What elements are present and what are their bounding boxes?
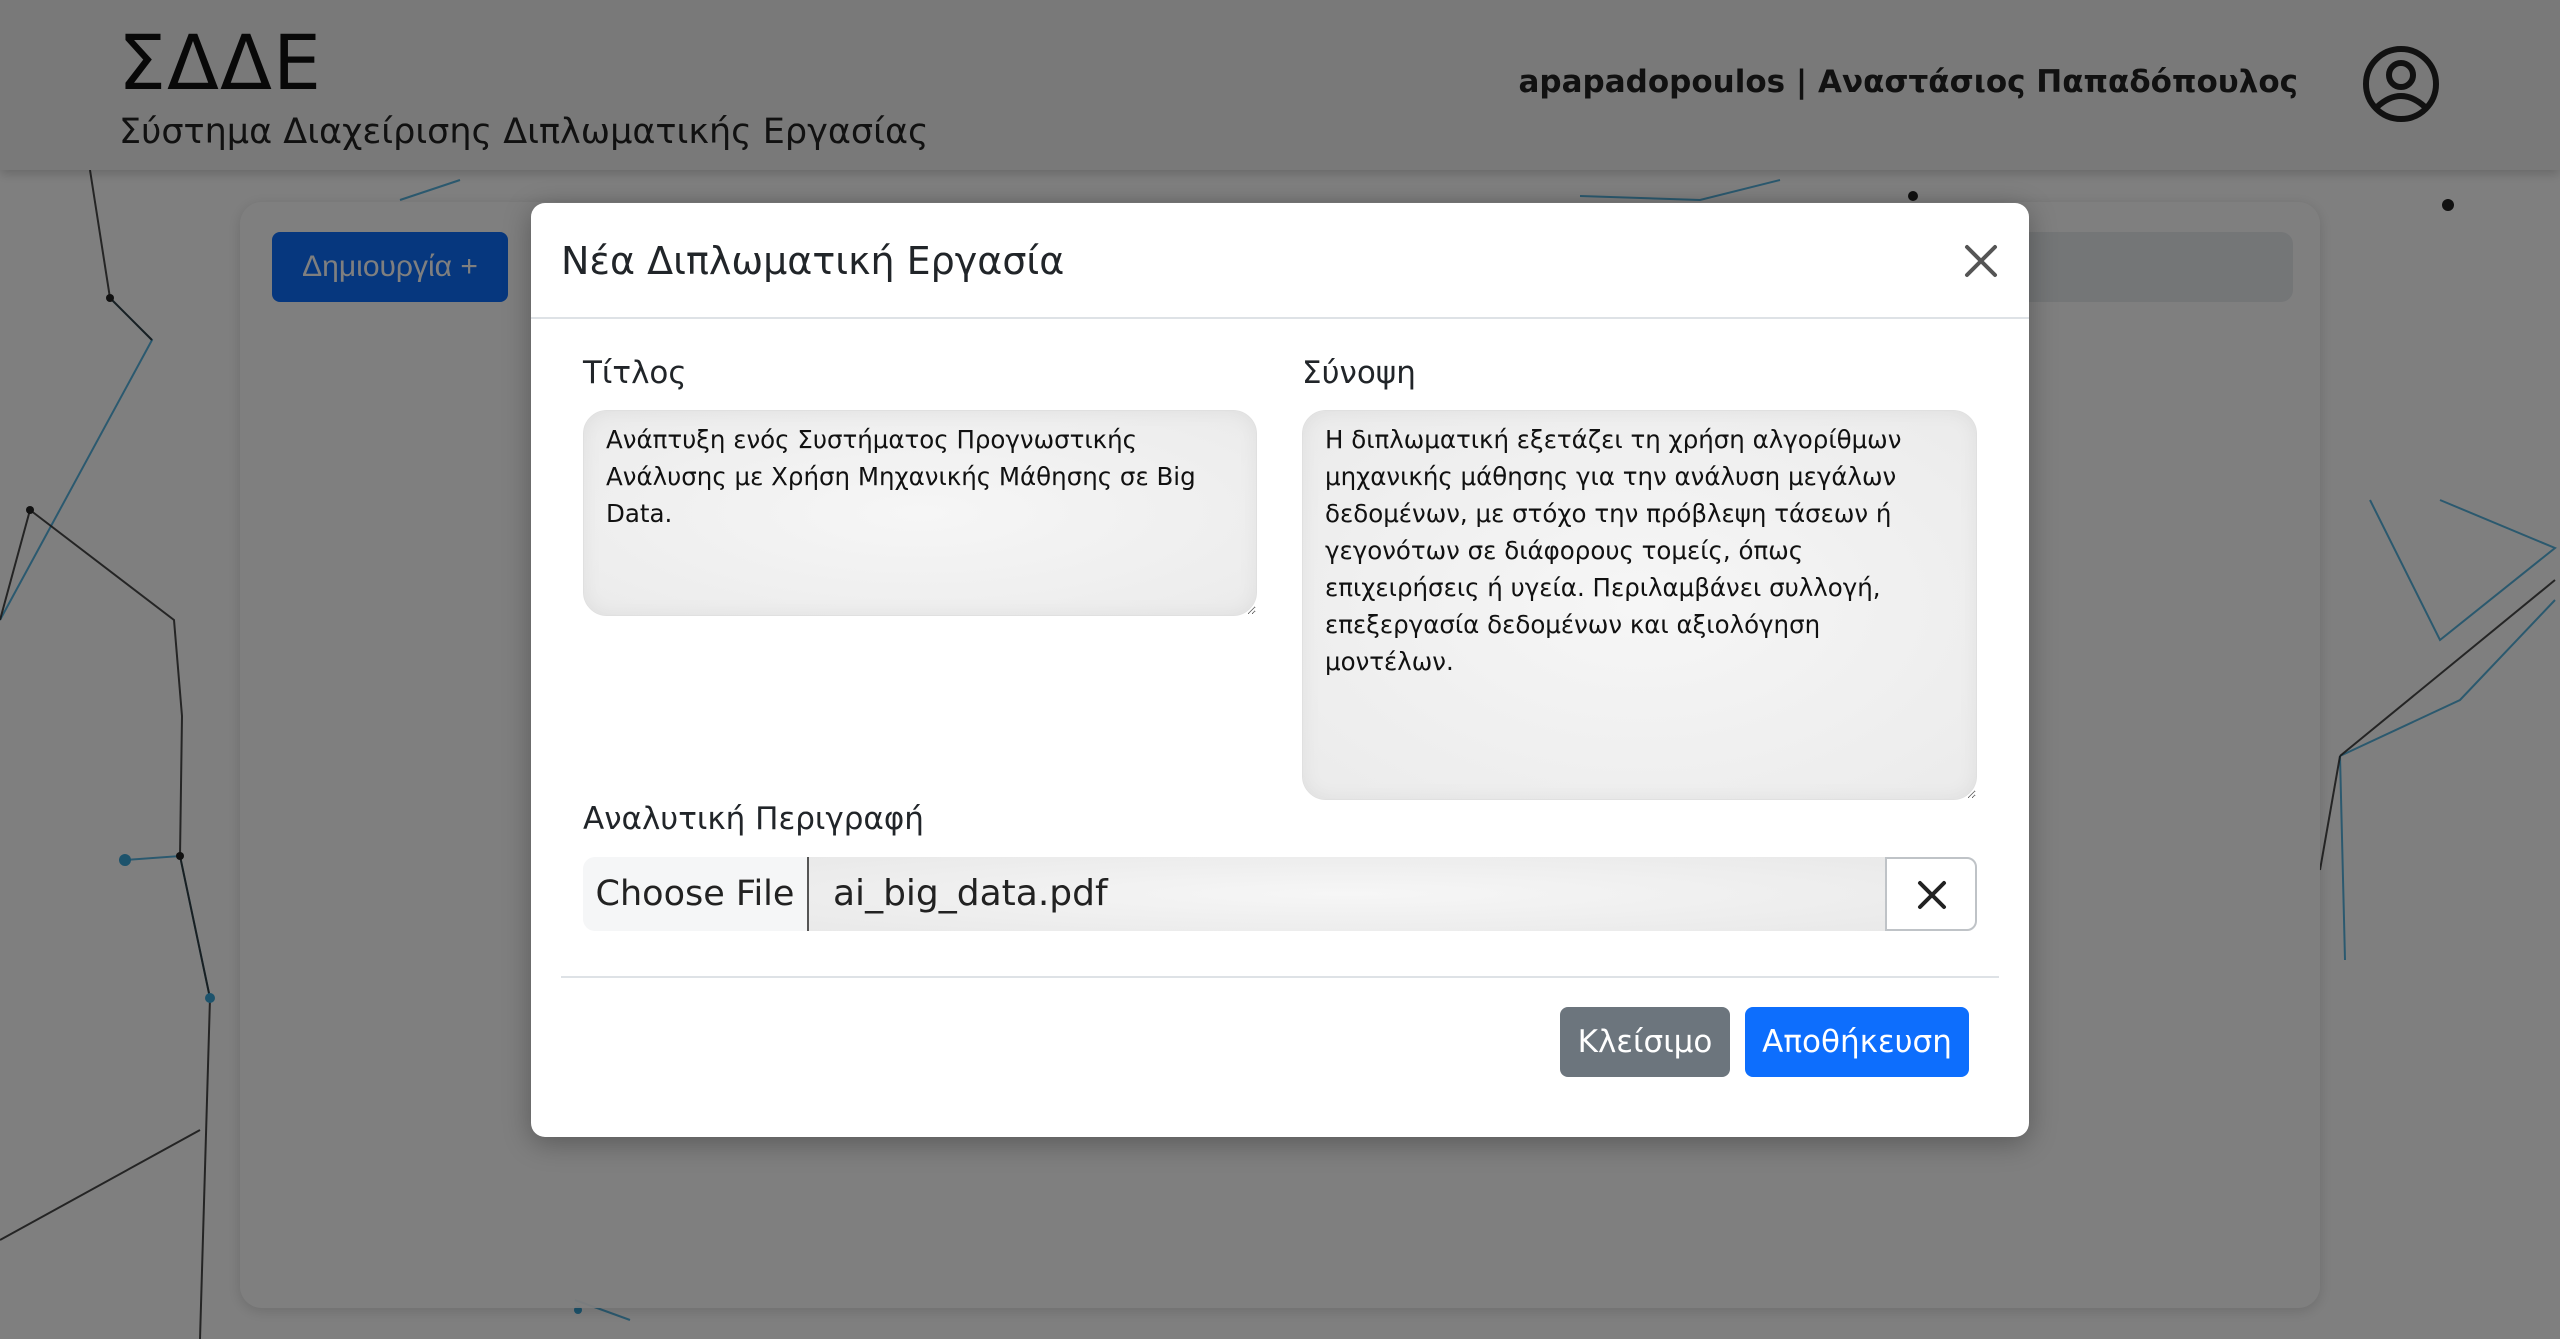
selected-file-name[interactable]: ai_big_data.pdf [809,857,1885,931]
save-button[interactable]: Αποθήκευση [1745,1007,1969,1077]
title-textarea[interactable] [583,410,1257,616]
description-field-label: Αναλυτική Περιγραφή [583,801,924,837]
file-input-group: Choose File ai_big_data.pdf [583,857,1977,931]
summary-textarea[interactable] [1302,410,1977,800]
x-icon [1918,881,1946,909]
close-icon[interactable] [1959,239,2003,283]
modal-title: Νέα Διπλωματική Εργασία [561,239,1065,283]
new-thesis-modal: Νέα Διπλωματική Εργασία Τίτλος Σύνοψη Αν… [531,203,2029,1137]
close-button[interactable]: Κλείσιμο [1560,1007,1730,1077]
clear-file-button[interactable] [1885,857,1977,931]
summary-field-label: Σύνοψη [1302,355,1416,391]
modal-header: Νέα Διπλωματική Εργασία [531,203,2029,319]
modal-footer-divider [561,976,1999,978]
title-field-label: Τίτλος [583,355,687,391]
choose-file-button[interactable]: Choose File [583,857,809,931]
